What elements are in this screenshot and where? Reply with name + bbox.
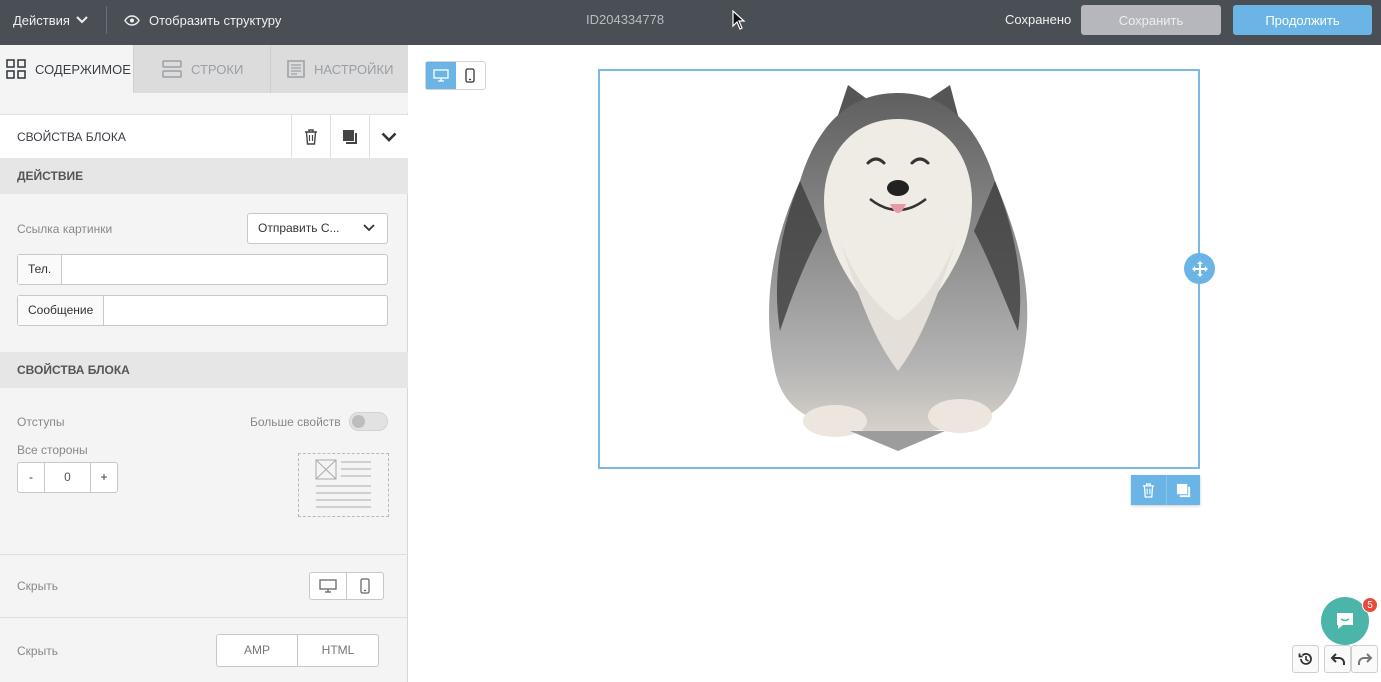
trash-icon [1142,482,1154,498]
tab-rows-label: Строки [191,61,244,77]
mobile-icon [360,578,370,594]
show-structure-button[interactable]: Отобразить структуру [124,0,281,40]
desktop-view-button[interactable] [426,62,456,89]
dog-illustration [769,85,1028,451]
hide-desktop-button[interactable] [310,573,346,599]
history-button[interactable] [1292,645,1319,673]
hide-format-label: Скрыть [17,644,58,658]
duplicate-block-button[interactable] [1165,475,1200,505]
padding-stepper: - 0 + [17,462,118,493]
duplicate-block-button[interactable] [330,115,369,159]
message-input[interactable] [104,296,387,325]
mobile-icon [465,68,475,83]
duplicate-icon [343,130,357,144]
move-block-handle[interactable] [1184,253,1215,284]
chat-notification-badge: 5 [1362,597,1378,613]
history-icon [1298,653,1312,665]
trash-icon [305,129,317,145]
block-properties-title: Свойства блока [17,130,126,144]
delete-block-button[interactable] [291,115,330,159]
actions-menu[interactable]: Действия [13,0,88,40]
all-sides-label: Все стороны [17,443,88,457]
hide-mobile-button[interactable] [346,573,383,599]
phone-field: Тел. [17,254,388,285]
phone-prefix: Тел. [18,255,63,284]
toggle-knob [352,415,365,428]
hide-amp-button[interactable]: AMP [217,635,297,666]
tab-rows[interactable]: Строки [134,45,271,93]
padding-preview [298,453,389,517]
sidebar: Содержимое Строки Настройки Свойства бло… [0,45,408,682]
chevron-down-icon [381,132,397,142]
view-mode-switch [425,61,486,90]
saved-status: Сохранено [1005,12,1072,27]
stepper-value[interactable]: 0 [44,463,91,492]
chat-icon [1337,613,1353,629]
top-bar: Действия Отобразить структуру ID20433477… [0,0,1381,45]
tab-settings[interactable]: Настройки [271,45,408,93]
image-link-value: Отправить С... [258,221,340,235]
tab-content[interactable]: Содержимое [0,45,134,93]
padding-label: Отступы [17,415,65,429]
image-text-layout-icon [315,459,371,508]
stepper-plus-button[interactable]: + [91,463,117,492]
phone-input[interactable] [62,255,387,284]
stepper-minus-button[interactable]: - [18,463,44,492]
desktop-icon [433,69,449,82]
tab-settings-label: Настройки [314,61,394,77]
image-link-label: Ссылка картинки [17,222,113,236]
hide-html-button[interactable]: HTML [297,635,378,666]
message-field: Сообщение [17,295,388,326]
rows-icon [162,60,182,78]
desktop-icon [319,579,337,593]
action-section-header: Действие [0,158,408,194]
image-link-select[interactable]: Отправить С... [247,213,388,244]
block-toolbar [1131,475,1200,505]
more-properties-label: Больше свойств [250,415,341,429]
redo-icon [1357,653,1372,665]
section-divider [0,617,408,618]
mouse-cursor-icon [732,10,746,30]
more-properties-toggle[interactable] [349,412,388,431]
block-properties-header: Свойства блока [0,114,408,159]
duplicate-icon [1176,483,1190,497]
tab-content-label: Содержимое [35,61,131,77]
redo-button[interactable] [1351,645,1378,673]
mobile-view-button[interactable] [456,62,486,89]
sidebar-tabs: Содержимое Строки Настройки [0,45,408,93]
undo-icon [1330,653,1345,665]
hide-devices-label: Скрыть [17,579,58,593]
tab-spacer [0,93,408,113]
block-properties-section-header: Свойства блока [0,352,408,388]
section-divider [0,554,408,555]
delete-block-button[interactable] [1131,475,1166,505]
show-structure-label: Отобразить структуру [149,12,282,28]
eye-icon [124,14,140,26]
topbar-divider [106,6,107,34]
chevron-down-icon [76,16,88,24]
chevron-down-icon [363,224,375,232]
collapse-block-button[interactable] [369,115,408,159]
hide-device-toggle-group [309,572,384,600]
image-block[interactable] [598,69,1200,469]
undo-button[interactable] [1324,645,1351,673]
hide-format-toggle-group: AMP HTML [216,634,379,667]
settings-doc-icon [287,60,305,78]
actions-label: Действия [13,12,70,28]
continue-button[interactable]: Продолжить [1233,5,1372,35]
message-prefix: Сообщение [18,296,105,325]
grid-icon [6,59,26,79]
move-arrows-icon [1191,260,1208,277]
page-id: ID204334778 [586,12,665,27]
save-button[interactable]: Сохранить [1081,5,1221,35]
